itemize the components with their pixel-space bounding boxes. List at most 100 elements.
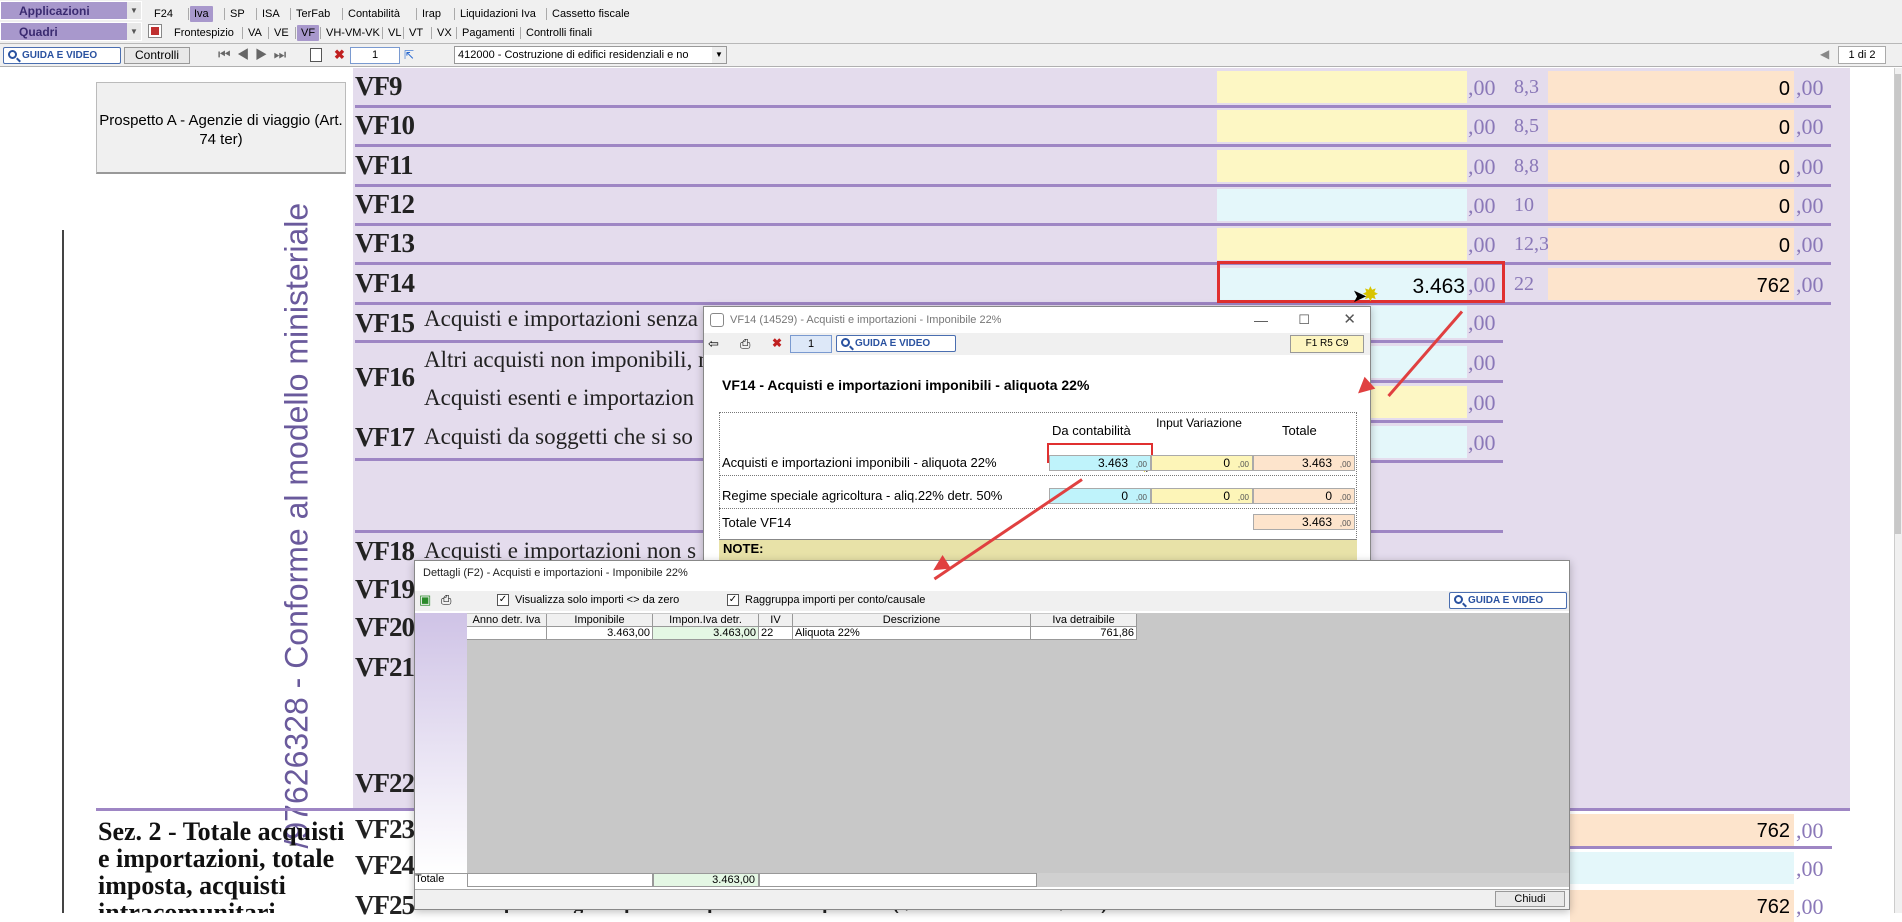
decimals: ,00 [1796, 894, 1824, 919]
prev-page-icon[interactable]: ◀ [1820, 47, 1829, 61]
controlli-button[interactable]: Controlli [124, 47, 190, 64]
maximize-icon[interactable]: ☐ [1298, 307, 1310, 333]
print-icon[interactable]: ⎙ [441, 592, 451, 608]
dialog-footer [415, 889, 1569, 909]
menu-item-contabilit-[interactable]: Contabilità [344, 6, 404, 22]
vf23-value: 762 [1756, 820, 1790, 842]
grid-cell[interactable]: 3.463,00 [547, 627, 653, 640]
row-code: VF13 [355, 228, 415, 259]
dialog-title: VF14 (14529) - Acquisti e importazioni -… [704, 307, 1370, 333]
rate-value: 22 [1514, 272, 1534, 295]
tab-va[interactable]: VA [244, 25, 266, 41]
grid-cell[interactable]: 761,86 [1031, 627, 1137, 640]
activity-select[interactable]: 412000 - Costruzione di edifici residenz… [454, 46, 727, 64]
decimals: ,00 [1339, 519, 1351, 528]
menu-separator [403, 27, 404, 39]
checkbox-icon[interactable]: ✓ [727, 594, 739, 606]
input-variazione-field[interactable]: 0,00 [1151, 488, 1253, 504]
scrollbar-thumb[interactable] [1895, 74, 1901, 534]
delete-icon[interactable]: ✖ [772, 336, 782, 350]
vf17-label: Acquisti da soggetti che si so [424, 424, 693, 449]
chevron-down-icon: ▼ [712, 47, 726, 63]
tax-value: 0 [1778, 156, 1790, 179]
imponibile-field[interactable] [1217, 188, 1467, 221]
export-icon[interactable]: ▣ [419, 592, 431, 608]
vf24-field[interactable] [1570, 852, 1794, 884]
vertical-caption: /97626328 - Conforme al modello minister… [278, 202, 315, 849]
tab-frontespizio[interactable]: Frontespizio [170, 25, 238, 41]
imponibile-field[interactable] [1217, 149, 1467, 182]
row-code: VF12 [355, 188, 415, 219]
tab-pagamenti[interactable]: Pagamenti [458, 25, 519, 41]
menu-item-terfab[interactable]: TerFab [292, 6, 334, 22]
dialog-page-input[interactable]: 1 [790, 335, 832, 353]
menu-item-f24[interactable]: F24 [150, 6, 177, 22]
imponibile-field[interactable] [1217, 71, 1467, 103]
prospetto-a-button[interactable]: Prospetto A - Agenzie di viaggio (Art. 7… [96, 82, 346, 174]
totale-field: 0,00 [1253, 488, 1355, 504]
quadri-select[interactable]: Quadri ▼ [0, 22, 142, 41]
row-code: VF24 [355, 850, 415, 880]
tab-vh-vm-vk[interactable]: VH-VM-VK [322, 25, 384, 41]
decimals: ,00 [1468, 390, 1496, 415]
row-code: VF11 [355, 149, 414, 180]
applicazioni-label: Applicazioni [19, 4, 90, 18]
delete-icon[interactable]: ✖ [334, 47, 345, 63]
decimals: ,00 [1339, 460, 1351, 469]
minimize-icon[interactable]: — [1254, 307, 1268, 333]
dialog-guida-button[interactable]: GUIDA E VIDEO [836, 335, 956, 352]
menu-item-sp[interactable]: SP [226, 6, 249, 22]
decimals: ,00 [1468, 310, 1496, 335]
print-icon[interactable]: ⎙ [740, 336, 750, 352]
menu-item-iva[interactable]: Iva [190, 6, 213, 22]
tax-value: 0 [1778, 117, 1790, 140]
input-variazione-field[interactable]: 0,00 [1151, 455, 1253, 471]
applicazioni-select[interactable]: Applicazioni ▼ [0, 1, 142, 20]
decimals: ,00 [1135, 493, 1147, 502]
grid-cell[interactable]: Aliquota 22% [793, 627, 1031, 640]
decimals: ,00 [1796, 232, 1824, 258]
dialog-guida-button[interactable]: GUIDA E VIDEO [1449, 592, 1567, 609]
pdf-icon[interactable] [148, 24, 162, 38]
decimals: ,00 [1237, 460, 1249, 469]
nav-arrows[interactable]: ⏮◀▶⏭ [218, 46, 292, 63]
tab-vf[interactable]: VF [297, 25, 320, 41]
menu-item-liquidazioni-iva[interactable]: Liquidazioni Iva [456, 6, 540, 22]
decimals: ,00 [1468, 114, 1496, 140]
exit-icon[interactable]: ⇦ [708, 336, 719, 352]
menu-item-irap[interactable]: Irap [418, 6, 445, 22]
amount-field[interactable] [1371, 386, 1467, 418]
search-icon [841, 338, 850, 347]
imponibile-field[interactable] [1217, 110, 1467, 143]
close-icon[interactable]: ✕ [1343, 307, 1356, 333]
grid-header: Descrizione [793, 614, 1031, 627]
tab-ve[interactable]: VE [270, 25, 293, 41]
decimals: ,00 [1135, 460, 1147, 469]
rate-value: 8,8 [1514, 154, 1539, 177]
menu-separator [342, 8, 343, 20]
guida-video-button[interactable]: GUIDA E VIDEO [3, 47, 121, 64]
note-field[interactable]: NOTE: [719, 539, 1357, 561]
tab-vx[interactable]: VX [433, 25, 456, 41]
tab-vt[interactable]: VT [405, 25, 427, 41]
chiudi-button[interactable]: Chiudi [1495, 891, 1565, 907]
amount-field[interactable] [1371, 426, 1467, 458]
tab-controlli-finali[interactable]: Controlli finali [522, 25, 596, 41]
menu-item-isa[interactable]: ISA [258, 6, 284, 22]
grid-cell[interactable]: 3.463,00 [653, 627, 759, 640]
grid-cell[interactable] [467, 627, 547, 640]
copy-icon[interactable] [310, 48, 322, 62]
menu-bar: Applicazioni ▼ Quadri ▼ F24 Iva SP ISA TerFa… [0, 0, 1902, 44]
decimals: ,00 [1796, 271, 1824, 297]
da-contabilita-field[interactable]: 3.463 ,00 [1049, 455, 1151, 471]
checkbox-icon[interactable]: ✓ [497, 594, 509, 606]
menu-item-cassetto-fiscale[interactable]: Cassetto fiscale [548, 6, 634, 22]
go-icon[interactable]: ⇱ [404, 48, 414, 62]
row-code: VF19 [355, 574, 415, 604]
imponibile-field[interactable] [1217, 228, 1467, 261]
grid-cell[interactable]: 22 [759, 627, 793, 640]
row-code: VF21 [355, 652, 415, 682]
totale-vf14-value: 3.463 ,00 [1253, 514, 1355, 530]
row-divider [1371, 380, 1503, 383]
page-input[interactable]: 1 [350, 47, 400, 64]
